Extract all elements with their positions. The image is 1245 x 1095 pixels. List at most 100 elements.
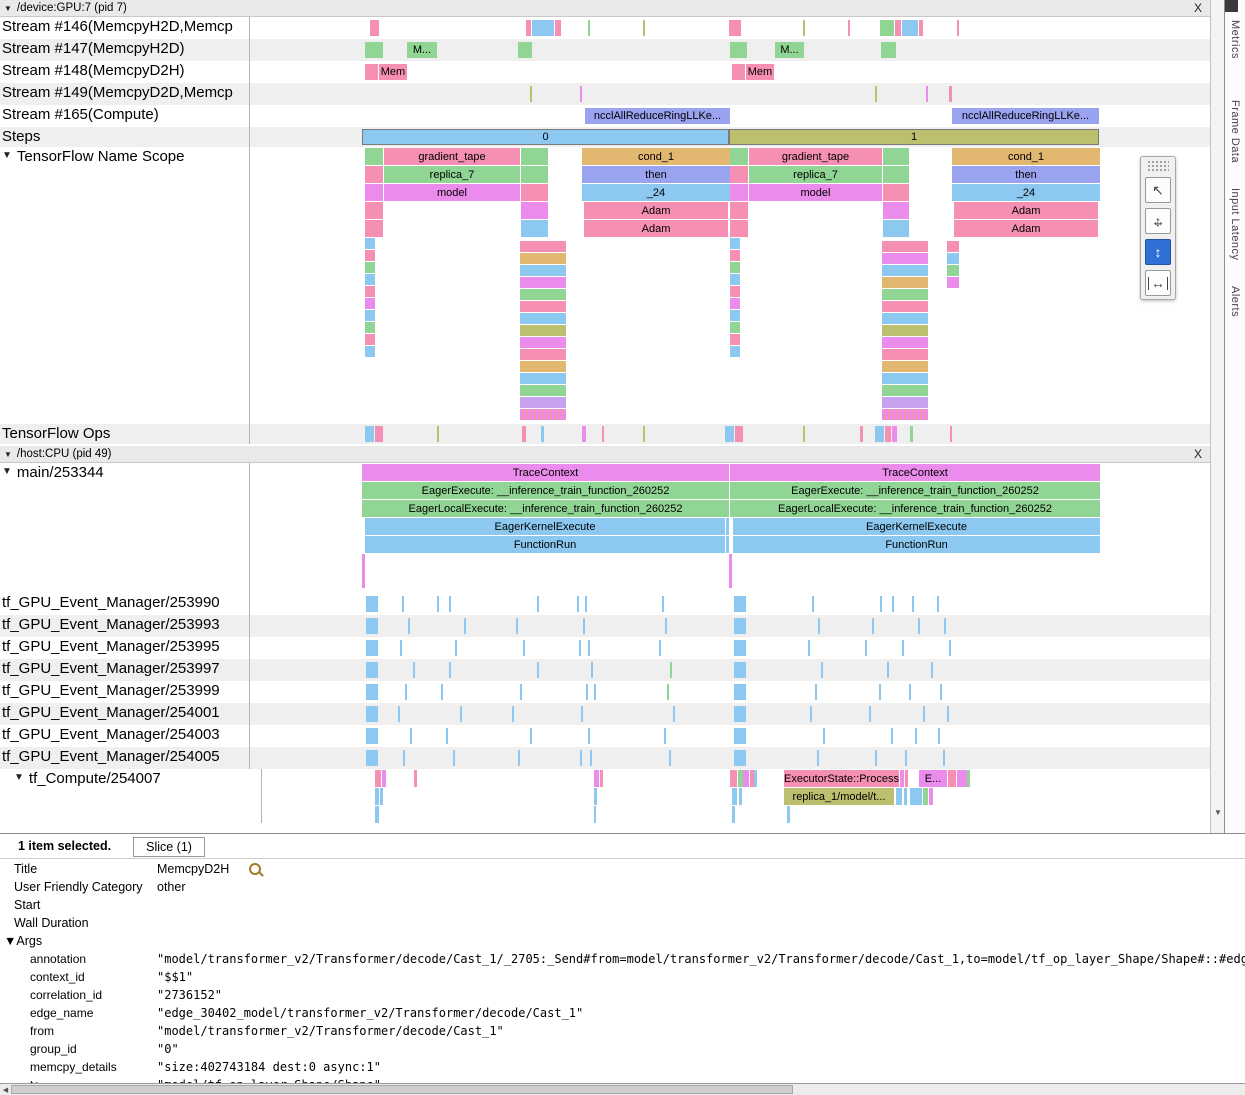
trace-slice[interactable] bbox=[365, 426, 374, 442]
trace-slice[interactable] bbox=[521, 220, 548, 237]
trace-slice[interactable] bbox=[730, 274, 740, 285]
trace-slice[interactable] bbox=[730, 184, 748, 201]
trace-slice[interactable] bbox=[555, 20, 561, 36]
trace-slice[interactable] bbox=[588, 728, 590, 744]
trace-slice-gradient-tape[interactable]: gradient_tape bbox=[384, 148, 520, 165]
trace-slice[interactable] bbox=[520, 241, 566, 252]
trace-slice[interactable] bbox=[520, 397, 566, 408]
track-timeline-stream-147[interactable]: M...M... bbox=[250, 39, 1210, 61]
trace-slice[interactable] bbox=[365, 334, 375, 345]
trace-slice[interactable] bbox=[910, 788, 922, 805]
trace-slice[interactable] bbox=[520, 289, 566, 300]
trace-slice[interactable] bbox=[730, 148, 748, 165]
trace-slice[interactable] bbox=[882, 301, 928, 312]
trace-slice[interactable] bbox=[812, 596, 814, 612]
trace-slice[interactable] bbox=[520, 409, 566, 420]
track-timeline-main-253344[interactable]: TraceContextTraceContextEagerExecute: __… bbox=[250, 463, 1210, 593]
trace-slice[interactable] bbox=[403, 750, 405, 766]
trace-slice[interactable] bbox=[887, 662, 889, 678]
trace-slice[interactable] bbox=[375, 770, 381, 787]
trace-slice[interactable] bbox=[523, 640, 525, 656]
trace-slice[interactable] bbox=[902, 20, 918, 36]
trace-slice[interactable] bbox=[365, 322, 375, 333]
trace-slice-adam[interactable]: Adam bbox=[954, 220, 1098, 237]
trace-slice-gradient-tape[interactable]: gradient_tape bbox=[749, 148, 882, 165]
trace-slice[interactable] bbox=[667, 684, 669, 700]
trace-slice[interactable] bbox=[892, 596, 894, 612]
track-timeline-evt-254001[interactable] bbox=[250, 703, 1210, 725]
tab-alerts[interactable]: Alerts bbox=[1229, 286, 1241, 317]
trace-slice[interactable] bbox=[453, 750, 455, 766]
trace-slice[interactable] bbox=[730, 322, 740, 333]
trace-slice[interactable] bbox=[366, 728, 378, 744]
trace-slice[interactable] bbox=[875, 86, 877, 102]
trace-slice[interactable] bbox=[537, 596, 539, 612]
trace-slice[interactable] bbox=[892, 426, 897, 442]
timing-tool-button[interactable]: ↔ bbox=[1145, 270, 1171, 296]
track-timeline-stream-165[interactable]: ncclAllReduceRingLLKe...ncclAllReduceRin… bbox=[250, 105, 1210, 127]
trace-slice[interactable] bbox=[948, 770, 956, 787]
trace-slice[interactable] bbox=[734, 750, 746, 766]
trace-slice[interactable] bbox=[588, 640, 590, 656]
track-timeline-evt-253993[interactable] bbox=[250, 615, 1210, 637]
horizontal-scroll-thumb[interactable] bbox=[11, 1085, 793, 1094]
zoom-tool-button[interactable]: ↕ bbox=[1145, 239, 1171, 265]
trace-slice[interactable] bbox=[882, 265, 928, 276]
trace-slice[interactable] bbox=[883, 220, 909, 237]
trace-slice[interactable] bbox=[398, 706, 400, 722]
trace-slice[interactable] bbox=[602, 426, 604, 442]
trace-slice[interactable] bbox=[949, 86, 952, 102]
trace-slice[interactable] bbox=[882, 337, 928, 348]
trace-slice[interactable] bbox=[366, 640, 378, 656]
track-label-evt-253999[interactable]: tf_GPU_Event_Manager/253999 bbox=[0, 681, 250, 703]
trace-slice[interactable] bbox=[880, 596, 882, 612]
trace-slice[interactable] bbox=[585, 596, 587, 612]
track-label-evt-254005[interactable]: tf_GPU_Event_Manager/254005 bbox=[0, 747, 250, 769]
trace-slice[interactable] bbox=[594, 770, 599, 787]
trace-slice[interactable] bbox=[366, 750, 378, 766]
track-label-main-253344[interactable]: ▼main/253344 bbox=[0, 463, 250, 593]
trace-slice-e-[interactable]: E... bbox=[919, 770, 947, 787]
trace-slice[interactable] bbox=[823, 728, 825, 744]
scroll-down-arrow-icon[interactable]: ▼ bbox=[1211, 805, 1225, 820]
trace-slice-adam[interactable]: Adam bbox=[584, 220, 728, 237]
trace-slice-then[interactable]: then bbox=[952, 166, 1100, 183]
trace-slice-eagerkernelexecute[interactable]: EagerKernelExecute bbox=[733, 518, 1100, 535]
trace-slice[interactable] bbox=[520, 277, 566, 288]
track-label-evt-253995[interactable]: tf_GPU_Event_Manager/253995 bbox=[0, 637, 250, 659]
trace-slice[interactable] bbox=[734, 640, 746, 656]
trace-slice[interactable] bbox=[520, 361, 566, 372]
trace-slice[interactable] bbox=[915, 728, 917, 744]
track-timeline-evt-253990[interactable] bbox=[250, 593, 1210, 615]
trace-slice-mem[interactable]: Mem bbox=[379, 64, 407, 80]
trace-slice[interactable] bbox=[521, 202, 548, 219]
trace-slice[interactable] bbox=[865, 640, 867, 656]
trace-slice[interactable] bbox=[410, 728, 412, 744]
trace-slice[interactable] bbox=[725, 426, 734, 442]
trace-slice[interactable] bbox=[588, 20, 590, 36]
trace-slice[interactable] bbox=[455, 640, 457, 656]
track-label-evt-253990[interactable]: tf_GPU_Event_Manager/253990 bbox=[0, 593, 250, 615]
trace-slice[interactable] bbox=[875, 426, 884, 442]
trace-slice[interactable] bbox=[730, 220, 748, 237]
track-label-stream-146[interactable]: Stream #146(MemcpyH2D,Memcp bbox=[0, 17, 250, 39]
track-timeline-evt-254005[interactable] bbox=[250, 747, 1210, 769]
trace-slice[interactable] bbox=[882, 325, 928, 336]
trace-slice[interactable] bbox=[520, 301, 566, 312]
trace-slice[interactable] bbox=[730, 310, 740, 321]
trace-slice[interactable] bbox=[521, 184, 548, 201]
track-label-evt-254001[interactable]: tf_GPU_Event_Manager/254001 bbox=[0, 703, 250, 725]
trace-slice[interactable] bbox=[370, 20, 379, 36]
track-timeline-evt-253995[interactable] bbox=[250, 637, 1210, 659]
trace-slice[interactable] bbox=[382, 770, 386, 787]
trace-slice[interactable] bbox=[449, 596, 451, 612]
track-timeline-tf-compute-254007[interactable]: ExecutorState::ProcessE...replica_1/mode… bbox=[262, 769, 1210, 823]
track-timeline-stream-146[interactable] bbox=[250, 17, 1210, 39]
track-timeline-name-scope[interactable]: gradient_tapecond_1gradient_tapecond_1re… bbox=[250, 147, 1210, 424]
trace-slice[interactable] bbox=[665, 618, 667, 634]
trace-slice[interactable] bbox=[579, 640, 581, 656]
trace-slice[interactable] bbox=[365, 286, 375, 297]
collapse-arrow-icon[interactable]: ▼ bbox=[4, 4, 12, 13]
trace-slice[interactable] bbox=[730, 286, 740, 297]
trace-slice[interactable] bbox=[518, 750, 520, 766]
